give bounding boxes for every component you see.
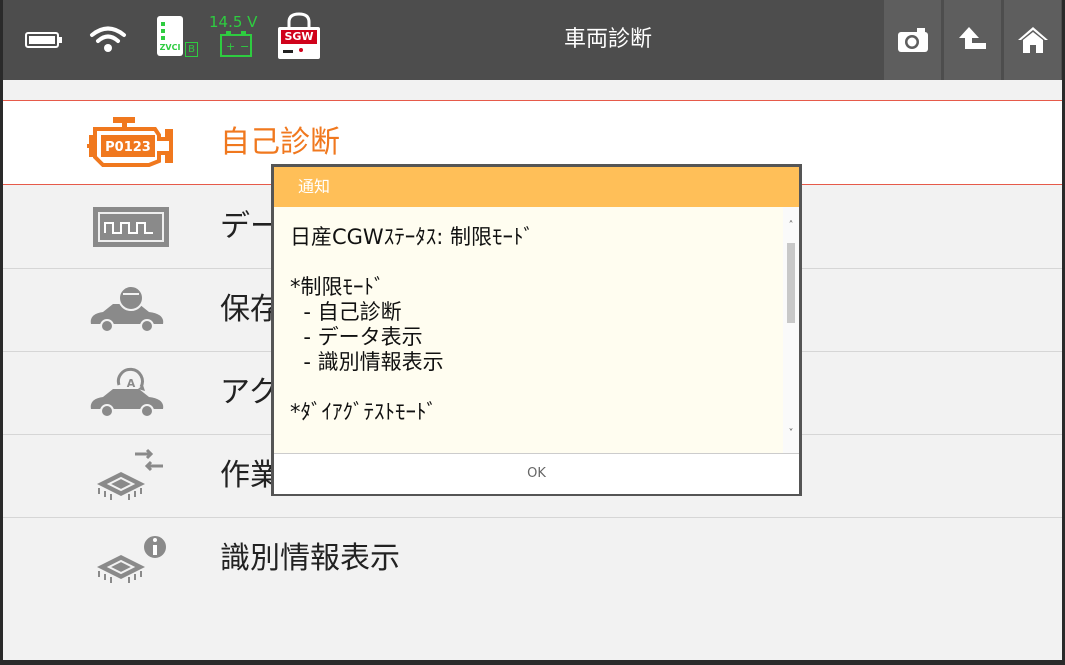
scroll-up-icon[interactable]: ˄ xyxy=(786,221,796,231)
dialog-message: 日産CGWｽﾃｰﾀｽ: 制限ﾓｰﾄﾞ *制限ﾓｰﾄﾞ - 自己診断 - データ表… xyxy=(290,225,534,424)
home-icon xyxy=(1017,27,1048,53)
dialog-body: 日産CGWｽﾃｰﾀｽ: 制限ﾓｰﾄﾞ *制限ﾓｰﾄﾞ - 自己診断 - データ表… xyxy=(274,207,783,453)
scroll-down-icon[interactable]: ˅ xyxy=(786,429,796,439)
menu-item-label: 識別情報表示 xyxy=(220,541,400,576)
back-button[interactable] xyxy=(944,0,1001,80)
notification-dialog: 通知 日産CGWｽﾃｰﾀｽ: 制限ﾓｰﾄﾞ *制限ﾓｰﾄﾞ - 自己診断 - デ… xyxy=(271,164,802,496)
dialog-title: 通知 xyxy=(298,177,331,196)
car-active-test-icon: A xyxy=(90,367,164,418)
app-frame: ZVCI B 14.5 V + − SGW 車両診断 P0123 自己診断 A … xyxy=(3,0,1062,660)
waveform-icon xyxy=(93,207,169,247)
chip-info-icon xyxy=(97,534,168,583)
home-button[interactable] xyxy=(1004,0,1061,80)
menu-item-identification[interactable]: 識別情報表示 xyxy=(3,517,1062,600)
ok-button[interactable]: OK xyxy=(274,454,799,494)
car-service-icon xyxy=(90,285,164,333)
dialog-footer: OK xyxy=(274,453,799,494)
screenshot-button[interactable] xyxy=(884,0,941,80)
dialog-scrollbar[interactable]: ˄ ˅ xyxy=(783,207,799,453)
scroll-thumb[interactable] xyxy=(787,243,795,323)
camera-icon xyxy=(897,28,928,52)
svg-text:A: A xyxy=(127,377,136,390)
dialog-header: 通知 xyxy=(274,167,799,207)
engine-code: P0123 xyxy=(105,140,151,155)
top-bar: ZVCI B 14.5 V + − SGW 車両診断 xyxy=(3,0,1062,80)
back-arrow-icon xyxy=(958,27,986,49)
chip-transfer-icon xyxy=(97,448,163,500)
engine-check-icon: P0123 xyxy=(87,117,173,167)
